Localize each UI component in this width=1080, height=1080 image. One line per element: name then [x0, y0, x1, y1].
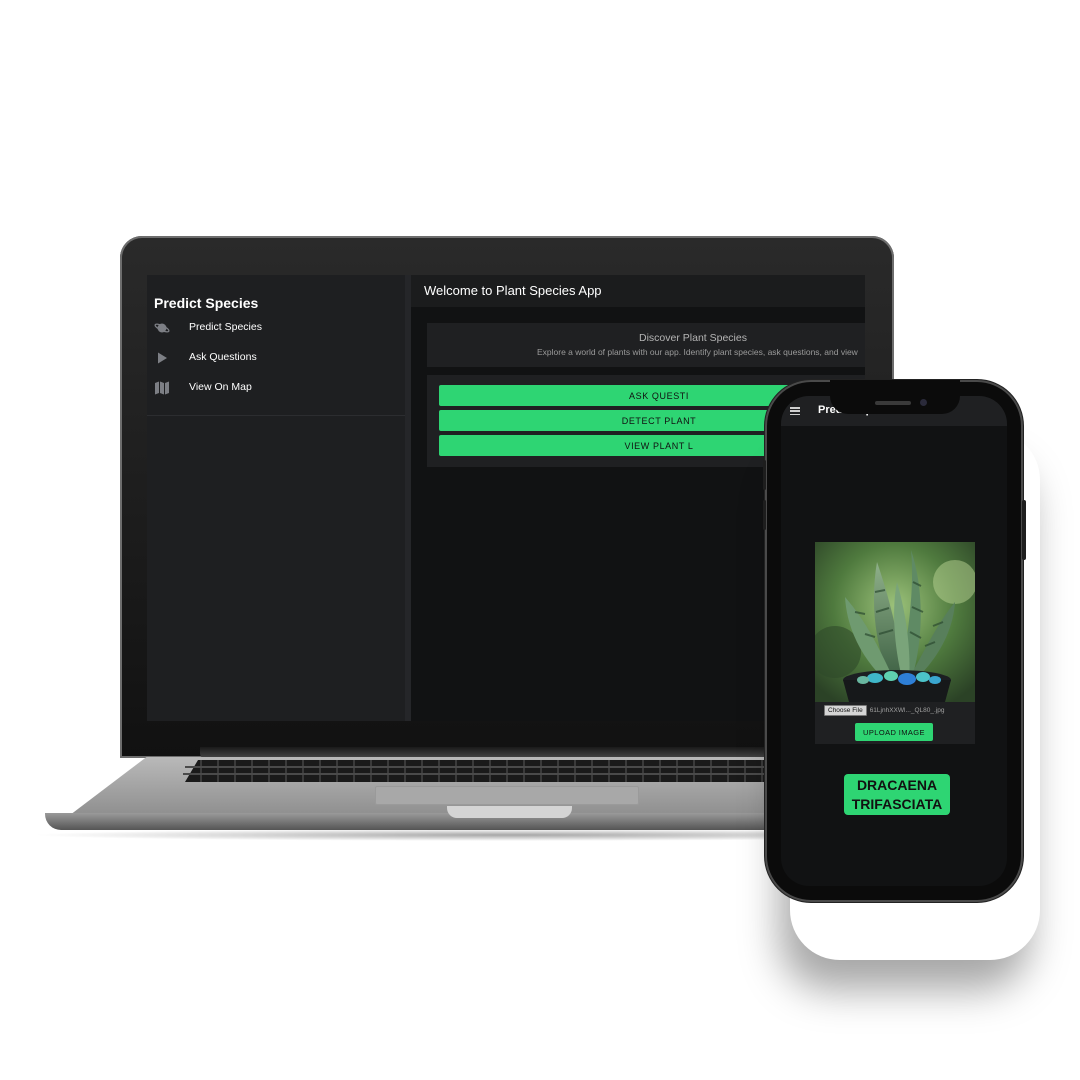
phone-notch [830, 380, 960, 414]
keyboard-row-gap [183, 773, 837, 775]
selected-file-name: 61LjnhXXWl..._QL80_.jpg [869, 707, 945, 714]
phone-side-button [763, 460, 766, 490]
laptop-screen: Predict Species Predict Species Ask Ques… [147, 275, 865, 721]
file-input[interactable]: Choose File 61LjnhXXWl..._QL80_.jpg [824, 705, 974, 716]
page-title: Welcome to Plant Species App [424, 283, 602, 298]
play-icon [154, 350, 170, 366]
map-icon [154, 380, 170, 396]
hamburger-icon[interactable] [790, 407, 800, 416]
phone-speaker [875, 401, 911, 405]
laptop-lid-notch [447, 806, 572, 818]
prediction-result-line: DRACAENA [856, 776, 938, 793]
intro-text: Explore a world of plants with our app. … [537, 347, 858, 357]
upload-card: Choose File 61LjnhXXWl..._QL80_.jpg UPLO… [815, 542, 975, 744]
app-header: Welcome to Plant Species App [411, 275, 865, 307]
sidebar-title: Predict Species [154, 295, 259, 311]
prediction-result: DRACAENA TRIFASCIATA [844, 774, 950, 815]
upload-image-button[interactable]: UPLOAD IMAGE [855, 723, 933, 741]
plant-image-preview [815, 542, 975, 702]
sidebar-item-ask-questions[interactable]: Ask Questions [147, 346, 411, 370]
choose-file-button[interactable]: Choose File [824, 705, 867, 716]
phone-camera [920, 399, 927, 406]
laptop-keyboard [185, 760, 835, 782]
keyboard-row-gap [185, 766, 835, 768]
intro-heading: Discover Plant Species [639, 332, 747, 344]
sidebar-item-view-on-map[interactable]: View On Map [147, 376, 411, 400]
intro-card: Discover Plant Species Explore a world o… [427, 323, 865, 367]
sidebar-divider [147, 415, 405, 416]
sidebar-item-label: Ask Questions [189, 351, 257, 363]
laptop-trackpad [375, 786, 639, 805]
planet-icon [154, 320, 170, 336]
sidebar-item-label: Predict Species [189, 321, 262, 333]
phone-screen: Predict Species [781, 396, 1007, 886]
sidebar-item-label: View On Map [189, 381, 252, 393]
phone-side-button [763, 500, 766, 530]
prediction-result-line: TRIFASCIATA [851, 795, 943, 812]
phone-power-button [1022, 500, 1026, 560]
